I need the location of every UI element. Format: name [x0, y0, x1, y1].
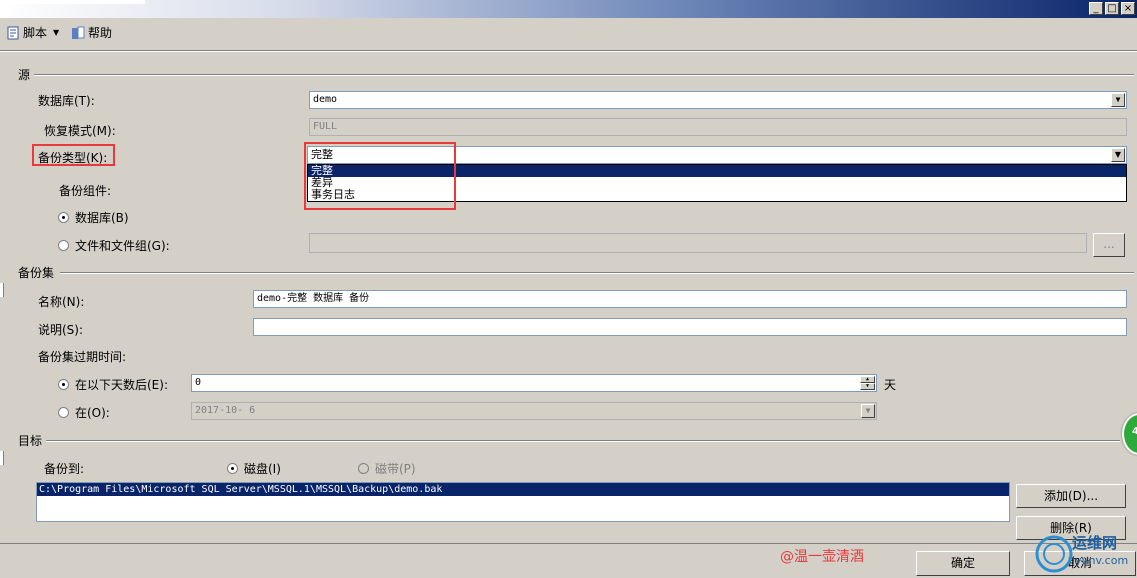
chevron-down-icon: ▼ — [53, 28, 60, 37]
logo-title: 运维网 — [1072, 534, 1118, 552]
tape-label: 磁带(P) — [375, 462, 416, 476]
radio-button[interactable] — [58, 379, 69, 390]
toolbar-separator — [0, 50, 1137, 52]
script-menu[interactable]: 脚本 ▼ — [6, 24, 59, 41]
radio-database-label: 数据库(B) — [75, 211, 129, 225]
days-value: 0 — [195, 377, 202, 388]
radio-on-date[interactable]: 在(O): — [58, 404, 110, 421]
site-logo: 运维网 iyunv.com — [1034, 528, 1137, 577]
left-edge-mark — [0, 283, 4, 297]
radio-button[interactable] — [58, 240, 69, 251]
script-label: 脚本 — [23, 26, 48, 40]
date-picker: 2017-10- 6 ▼ — [191, 402, 877, 420]
backup-set-group-title: 备份集 — [18, 266, 55, 280]
database-select[interactable]: demo ▼ — [309, 91, 1127, 109]
days-unit: 天 — [884, 378, 897, 392]
backup-type-option[interactable]: 完整 — [308, 165, 1126, 177]
radio-files[interactable]: 文件和文件组(G): — [58, 237, 170, 254]
radio-button[interactable] — [58, 407, 69, 418]
backup-type-label: 备份类型(K): — [38, 151, 108, 165]
backup-type-select[interactable]: 完整 ▼ — [307, 146, 1127, 164]
radio-after-days[interactable]: 在以下天数后(E): — [58, 376, 168, 393]
add-button[interactable]: 添加(D)... — [1016, 484, 1126, 508]
side-badge[interactable]: 4 — [1122, 413, 1137, 455]
radio-tape: 磁带(P) — [358, 460, 416, 477]
name-label: 名称(N): — [38, 295, 85, 309]
ok-button[interactable]: 确定 — [916, 551, 1010, 576]
backup-component-label: 备份组件: — [59, 184, 112, 198]
destination-group-title: 目标 — [18, 434, 43, 448]
chevron-down-icon[interactable]: ▼ — [1111, 148, 1125, 162]
backup-set-group-line — [60, 272, 1134, 274]
backup-type-option[interactable]: 差异 — [308, 177, 1126, 189]
after-days-label: 在以下天数后(E): — [75, 378, 168, 392]
source-group-line — [34, 74, 1134, 76]
description-input[interactable] — [253, 318, 1127, 336]
toolbar: 脚本 ▼ 帮助 — [0, 19, 1137, 49]
database-value: demo — [313, 94, 338, 105]
radio-database[interactable]: 数据库(B) — [58, 209, 129, 226]
backup-type-value: 完整 — [311, 148, 333, 161]
days-stepper[interactable]: 0 ▲ ▼ — [191, 374, 877, 392]
backup-type-dropdown[interactable]: 完整 差异 事务日志 — [307, 164, 1127, 202]
title-bar — [0, 0, 1137, 18]
radio-button — [358, 463, 369, 474]
window-controls: _ □ × — [1087, 2, 1135, 15]
backup-type-option[interactable]: 事务日志 — [308, 189, 1126, 201]
backup-to-label: 备份到: — [44, 462, 85, 476]
maximize-button[interactable]: □ — [1105, 2, 1119, 15]
help-button[interactable]: 帮助 — [71, 24, 112, 41]
left-edge-mark — [0, 451, 4, 465]
list-item[interactable]: C:\Program Files\Microsoft SQL Server\MS… — [37, 483, 1009, 496]
spin-buttons[interactable]: ▲ ▼ — [860, 376, 875, 390]
minimize-button[interactable]: _ — [1089, 2, 1103, 15]
recovery-model-label: 恢复模式(M): — [44, 124, 116, 138]
help-label: 帮助 — [88, 26, 113, 40]
browse-button[interactable]: ... — [1093, 233, 1125, 257]
spin-down-icon[interactable]: ▼ — [860, 383, 875, 390]
name-input[interactable]: demo-完整 数据库 备份 — [253, 290, 1127, 308]
database-label: 数据库(T): — [38, 94, 95, 108]
destination-list[interactable]: C:\Program Files\Microsoft SQL Server\MS… — [36, 482, 1010, 522]
expiration-label: 备份集过期时间: — [38, 350, 127, 364]
source-group-title: 源 — [18, 68, 31, 82]
radio-button[interactable] — [58, 212, 69, 223]
help-icon — [71, 26, 85, 40]
destination-group-line — [46, 440, 1120, 442]
recovery-model-field: FULL — [309, 118, 1127, 136]
radio-files-label: 文件和文件组(G): — [75, 239, 170, 253]
date-value: 2017-10- 6 — [195, 405, 256, 416]
chevron-down-icon: ▼ — [861, 404, 875, 418]
close-button[interactable]: × — [1121, 2, 1135, 15]
files-field — [309, 233, 1087, 253]
description-label: 说明(S): — [38, 323, 84, 337]
disk-label: 磁盘(I) — [244, 462, 281, 476]
badge-text: 4 — [1132, 426, 1137, 437]
script-icon — [6, 26, 20, 40]
on-date-label: 在(O): — [75, 406, 110, 420]
watermark-text: @温一壶清酒 — [780, 549, 864, 565]
logo-subtitle: iyunv.com — [1072, 554, 1129, 567]
chevron-down-icon[interactable]: ▼ — [1111, 93, 1125, 107]
radio-button[interactable] — [227, 463, 238, 474]
radio-disk[interactable]: 磁盘(I) — [227, 460, 281, 477]
spin-up-icon[interactable]: ▲ — [860, 376, 875, 383]
logo-icon — [1035, 535, 1073, 573]
